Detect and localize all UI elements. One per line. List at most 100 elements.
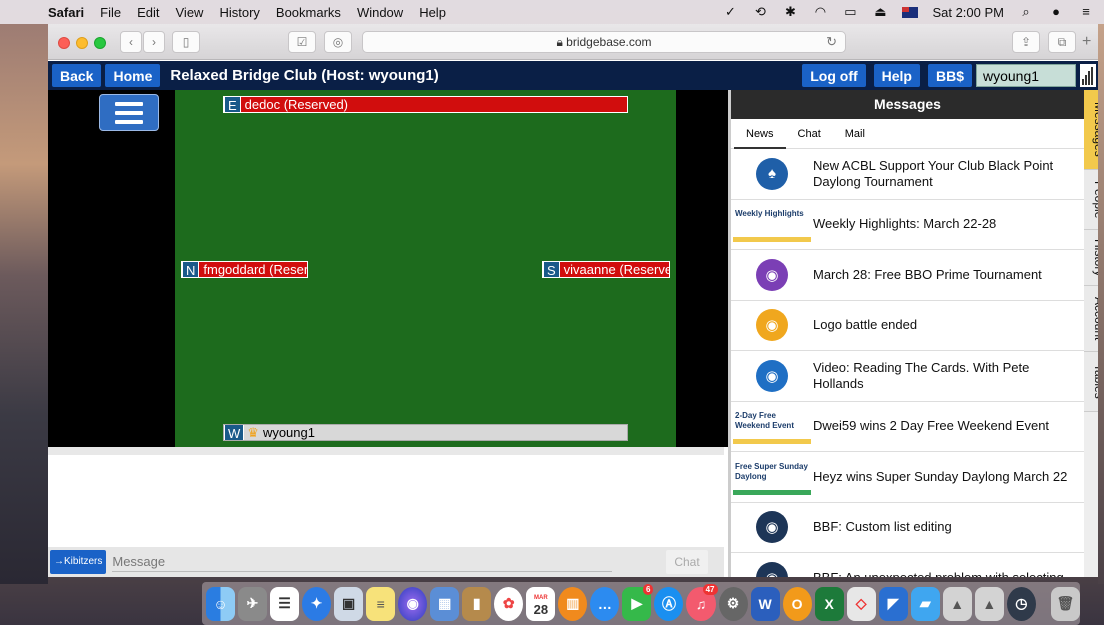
menubar-clock[interactable]: Sat 2:00 PM [932, 5, 1004, 20]
news-item[interactable]: ♠ New ACBL Support Your Club Black Point … [731, 149, 1084, 200]
menu-help[interactable]: Help [419, 5, 446, 20]
minimize-window-button[interactable] [76, 37, 88, 49]
seat-player-name: vivaanne (Reserved [563, 262, 670, 277]
help-button[interactable]: Help [873, 64, 920, 87]
xcode-icon[interactable]: ◤ [878, 586, 908, 621]
checkmark-icon[interactable]: ✓ [722, 5, 738, 19]
bluetooth-icon[interactable]: ✱ [782, 5, 798, 19]
menu-view[interactable]: View [176, 5, 204, 20]
side-tab-messages[interactable]: Messages [1084, 90, 1098, 170]
bbs-button[interactable]: BB$ [927, 64, 972, 87]
kibitzers-button[interactable]: →Kibitzers [50, 550, 107, 574]
document-2-icon[interactable]: ▲ [974, 586, 1004, 621]
side-tab-account[interactable]: Account [1084, 286, 1098, 352]
input-source-flag-icon[interactable] [902, 6, 919, 18]
chat-send-button[interactable]: Chat [666, 550, 708, 574]
address-bar[interactable]: 🔒︎ bridgebase.com ↻ [362, 31, 846, 53]
side-tab-tables[interactable]: Tables [1084, 352, 1098, 412]
news-item[interactable]: Weekly Highlights Weekly Highlights: Marc… [731, 200, 1084, 250]
folder-icon[interactable]: ▰ [910, 586, 940, 621]
calendar-icon[interactable]: MAR 28 [526, 586, 556, 621]
close-window-button[interactable] [58, 37, 70, 49]
logoff-button[interactable]: Log off [802, 64, 866, 87]
news-item[interactable]: ◉ BBF: Custom list editing [731, 503, 1084, 553]
safari-window: ‹ › ▯ ☑ ◎ 🔒︎ bridgebase.com ↻ ⇪ ⧉ + Back… [48, 24, 1098, 577]
forward-arrow-icon[interactable]: › [143, 31, 165, 53]
news-item[interactable]: ◉ BBF: An unexpected problem with selecti… [731, 553, 1084, 577]
menu-app-name[interactable]: Safari [48, 5, 84, 20]
seat-south[interactable]: S vivaanne (Reserved [542, 261, 670, 278]
bridge-table-area: E dedoc (Reserved) N fmgoddard (Reserv S… [48, 90, 728, 447]
news-item[interactable]: 2-Day Free Weekend Event Dwei59 wins 2 Da… [731, 402, 1084, 452]
excel-icon[interactable]: X [814, 586, 844, 621]
word-icon[interactable]: W [750, 586, 780, 621]
tab-news[interactable]: News [734, 119, 786, 149]
airplay-icon[interactable]: ▭ [842, 5, 858, 19]
new-tab-plus-icon[interactable]: + [1082, 33, 1091, 51]
notes-icon[interactable]: ≡ [366, 586, 396, 621]
tab-chat[interactable]: Chat [786, 119, 833, 149]
home-button[interactable]: Home [105, 64, 161, 87]
news-item[interactable]: ◉ Video: Reading The Cards. With Pete Hol… [731, 351, 1084, 402]
safari-icon[interactable]: ✦ [302, 586, 332, 621]
news-banner-image: Free Super Sunday Daylong [733, 459, 811, 495]
extension-icon[interactable]: ◎ [324, 31, 352, 53]
checkbox-extension-icon[interactable]: ☑ [288, 31, 316, 53]
share-icon[interactable]: ⇪ [1012, 31, 1040, 53]
news-item[interactable]: ◉ March 28: Free BBO Prime Tournament [731, 250, 1084, 301]
seat-west[interactable]: W ♛ wyoung1 [223, 424, 628, 441]
news-item[interactable]: Free Super Sunday Daylong Heyz wins Super… [731, 452, 1084, 503]
back-arrow-icon[interactable]: ‹ [120, 31, 142, 53]
messages-bubble-icon[interactable]: … [590, 586, 620, 621]
menu-edit[interactable]: Edit [137, 5, 159, 20]
seat-north[interactable]: N fmgoddard (Reserv [181, 261, 308, 278]
side-tab-history[interactable]: History [1084, 230, 1098, 286]
books-icon[interactable]: ▥ [558, 586, 588, 621]
music-icon[interactable]: ♫ 47 [686, 583, 718, 621]
menu-bookmarks[interactable]: Bookmarks [276, 5, 341, 20]
seat-player-name: fmgoddard (Reserv [203, 262, 308, 277]
wifi-icon[interactable]: ◠ [812, 5, 828, 19]
photos-icon[interactable]: ✿ [494, 586, 524, 621]
contacts-icon[interactable]: ▮ [462, 586, 492, 621]
facetime-icon[interactable]: ▶ 6 [622, 583, 654, 621]
desktop-wallpaper-right [1098, 24, 1104, 584]
news-item[interactable]: ◉ Logo battle ended [731, 301, 1084, 351]
siri-dock-icon[interactable]: ◉ [398, 586, 428, 621]
tabs-overview-icon[interactable]: ⧉ [1048, 31, 1076, 53]
preview-icon[interactable]: ▣ [334, 586, 364, 621]
username-field[interactable]: wyoung1 [976, 64, 1076, 87]
news-thumbnail: ◉ [731, 309, 813, 342]
chat-message-input[interactable]: Message [112, 552, 613, 572]
document-icon[interactable]: ▲ [942, 586, 972, 621]
launchpad-icon[interactable]: ✈ [238, 586, 268, 621]
finder-icon[interactable]: ☺ [206, 586, 236, 621]
notification-center-icon[interactable]: ≡ [1078, 5, 1094, 19]
reminders-icon[interactable]: ☰ [270, 586, 300, 621]
eject-icon[interactable]: ⏏ [872, 5, 888, 19]
seat-east[interactable]: E dedoc (Reserved) [223, 96, 628, 113]
clock-app-icon[interactable]: ◷ [1006, 586, 1036, 621]
siri-icon[interactable]: ● [1048, 5, 1064, 19]
system-preferences-icon[interactable]: ⚙ [718, 586, 748, 621]
side-tab-people[interactable]: People [1084, 170, 1098, 230]
tab-mail[interactable]: Mail [833, 119, 877, 149]
office-icon[interactable]: O [782, 586, 812, 621]
spotlight-search-icon[interactable]: ⌕ [1018, 5, 1034, 19]
menu-file[interactable]: File [100, 5, 121, 20]
back-button[interactable]: Back [52, 64, 102, 87]
hamburger-menu-button[interactable] [99, 94, 159, 131]
time-machine-icon[interactable]: ⟲ [752, 5, 768, 19]
menu-window[interactable]: Window [357, 5, 403, 20]
app-store-icon[interactable]: Ⓐ [654, 586, 684, 621]
status-area: ✓ ⟲ ✱ ◠ ▭ ⏏ Sat 2:00 PM ⌕ ● ≡ [722, 0, 1094, 24]
zoom-window-button[interactable] [94, 37, 106, 49]
menu-history[interactable]: History [219, 5, 259, 20]
sidebar-icon[interactable]: ▯ [172, 31, 200, 53]
reload-icon[interactable]: ↻ [826, 32, 837, 52]
image-capture-icon[interactable]: ▦ [430, 586, 460, 621]
roblox-icon[interactable]: ◇ [846, 586, 876, 621]
trash-icon[interactable]: 🗑︎ [1050, 586, 1080, 621]
crown-icon: ♛ [247, 425, 259, 440]
apple-menu-icon[interactable] [16, 4, 30, 20]
